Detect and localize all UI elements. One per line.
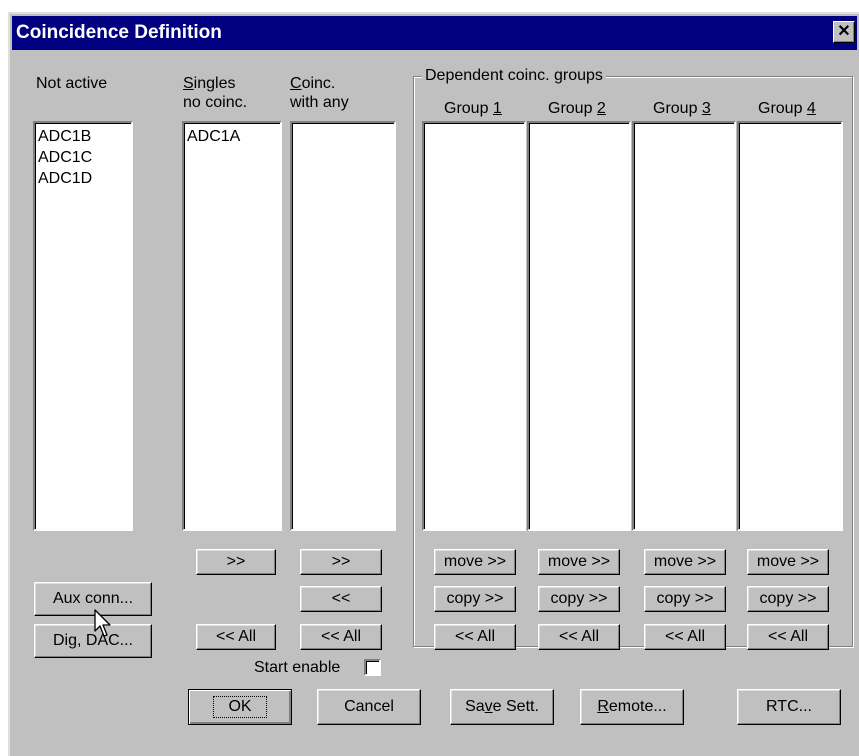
group-2-copy-button[interactable]: copy >> [538, 586, 620, 612]
start-enable-label: Start enable [254, 659, 341, 676]
group-3-all-back-button[interactable]: << All [644, 624, 726, 650]
close-icon: ✕ [837, 23, 851, 40]
singles-move-right-button[interactable]: >> [196, 549, 276, 575]
remote-label-rest: emote... [608, 698, 667, 715]
start-enable-checkbox[interactable] [364, 659, 381, 676]
not-active-listbox[interactable]: ADC1B ADC1C ADC1D [33, 121, 133, 531]
group-4-label: Group 4 [758, 100, 816, 117]
remote-mnemonic: R [597, 698, 609, 715]
singles-all-back-button[interactable]: << All [196, 624, 276, 650]
group-3-move-button[interactable]: move >> [644, 549, 726, 575]
save-sett-label-b: e Sett. [492, 698, 539, 715]
group-2-listbox[interactable] [527, 121, 631, 531]
save-sett-label-a: Sa [465, 698, 485, 715]
coinc-all-back-button[interactable]: << All [300, 624, 382, 650]
group-4-all-back-button[interactable]: << All [747, 624, 829, 650]
singles-label-mnemonic: S [183, 75, 194, 92]
title-bar[interactable]: Coincidence Definition ✕ [12, 16, 857, 50]
group-2-label: Group 2 [548, 100, 606, 117]
group-3-label: Group 3 [653, 100, 711, 117]
group-1-label: Group 1 [444, 100, 502, 117]
singles-listbox[interactable]: ADC1A [182, 121, 282, 531]
coinc-any-label: Coinc. [290, 74, 335, 93]
group-4-copy-button[interactable]: copy >> [747, 586, 829, 612]
group-2-move-button[interactable]: move >> [538, 549, 620, 575]
close-button[interactable]: ✕ [833, 21, 855, 43]
list-item[interactable]: ADC1C [38, 147, 128, 168]
save-sett-mnemonic: v [484, 698, 493, 715]
rtc-button[interactable]: RTC... [737, 689, 841, 725]
not-active-label: Not active [36, 75, 108, 92]
coinc-any-sublabel: with any [290, 94, 349, 111]
group-3-copy-button[interactable]: copy >> [644, 586, 726, 612]
ok-button[interactable]: OK [188, 689, 292, 725]
singles-label-rest: ingles [193, 75, 236, 92]
group-3-listbox[interactable] [632, 121, 736, 531]
window-title: Coincidence Definition [16, 22, 222, 43]
aux-conn-button[interactable]: Aux conn... [34, 582, 152, 616]
group-1-listbox[interactable] [422, 121, 526, 531]
group-1-move-button[interactable]: move >> [434, 549, 516, 575]
coincidence-definition-dialog: Coincidence Definition ✕ Not active ADC1… [8, 12, 859, 756]
singles-label: Singles [183, 74, 235, 93]
coinc-any-listbox[interactable] [290, 121, 396, 531]
list-item[interactable]: ADC1D [38, 168, 128, 189]
list-item[interactable]: ADC1B [38, 126, 128, 147]
remote-button[interactable]: Remote... [580, 689, 684, 725]
coinc-move-left-button[interactable]: << [300, 586, 382, 612]
singles-sublabel: no coinc. [183, 94, 248, 111]
dig-dac-button[interactable]: Dig, DAC... [34, 624, 152, 658]
ok-label: OK [213, 696, 267, 718]
coinc-move-right-button[interactable]: >> [300, 549, 382, 575]
coinc-label-rest: oinc. [301, 75, 336, 92]
arrow-pointer-icon [94, 609, 111, 637]
group-2-all-back-button[interactable]: << All [538, 624, 620, 650]
list-item[interactable]: ADC1A [187, 126, 277, 147]
cancel-button[interactable]: Cancel [317, 689, 421, 725]
group-1-all-back-button[interactable]: << All [434, 624, 516, 650]
group-1-copy-button[interactable]: copy >> [434, 586, 516, 612]
group-4-listbox[interactable] [737, 121, 843, 531]
group-4-move-button[interactable]: move >> [747, 549, 829, 575]
dependent-groups-caption: Dependent coinc. groups [422, 66, 606, 85]
coinc-label-mnemonic: C [290, 75, 302, 92]
save-settings-button[interactable]: Sa v e Sett. [450, 689, 554, 725]
